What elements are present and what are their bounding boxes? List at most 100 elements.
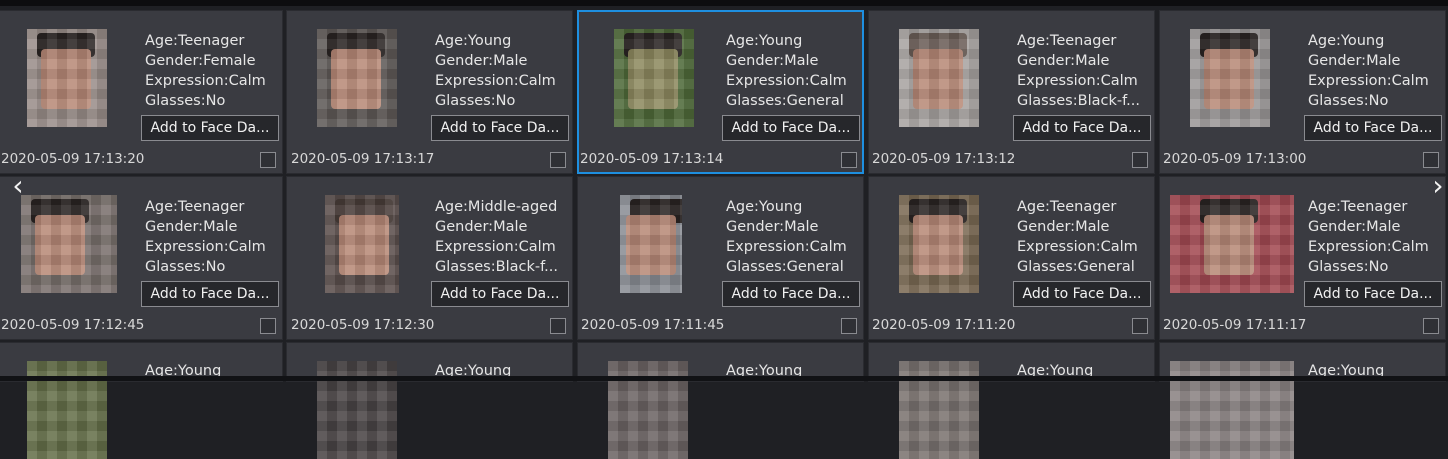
select-checkbox[interactable] — [1132, 152, 1148, 168]
timestamp: 2020-05-09 17:13:12 — [872, 151, 1016, 167]
timestamp: 2020-05-09 17:12:45 — [1, 317, 145, 333]
face-attributes: Age:Teenager Gender:Male Expression:Calm… — [1308, 197, 1429, 277]
expression-attr: Expression:Calm — [145, 239, 266, 255]
face-thumbnail — [1170, 195, 1294, 293]
face-card[interactable]: Age:Teenager Gender:Male Expression:Calm… — [0, 176, 283, 340]
select-checkbox[interactable] — [1423, 152, 1439, 168]
select-checkbox[interactable] — [260, 152, 276, 168]
gender-attr: Gender:Male — [1308, 53, 1401, 69]
age-attr: Age:Teenager — [1017, 33, 1117, 49]
gender-attr: Gender:Male — [1017, 219, 1110, 235]
face-thumbnail — [899, 29, 979, 127]
timestamp: 2020-05-09 17:13:00 — [1163, 151, 1307, 167]
glasses-attr: Glasses:No — [435, 93, 516, 109]
age-attr: Age:Teenager — [145, 199, 245, 215]
face-card[interactable]: Age:Teenager Gender:Male Expression:Calm… — [868, 176, 1155, 340]
chevron-left-icon[interactable]: ‹ — [10, 172, 26, 200]
face-attributes: Age:Young Gender:Male Expression:Calm Gl… — [435, 31, 556, 111]
gender-attr: Gender:Female — [145, 53, 256, 69]
glasses-attr: Glasses:No — [145, 93, 226, 109]
glasses-attr: Glasses:General — [726, 259, 844, 275]
timestamp: 2020-05-09 17:13:20 — [1, 151, 145, 167]
age-attr: Age:Middle-aged — [435, 199, 558, 215]
expression-attr: Expression:Calm — [435, 239, 556, 255]
face-thumbnail — [899, 195, 979, 293]
timestamp: 2020-05-09 17:12:30 — [291, 317, 435, 333]
expression-attr: Expression:Calm — [1017, 73, 1138, 89]
expression-attr: Expression:Calm — [1308, 73, 1429, 89]
timestamp: 2020-05-09 17:11:20 — [872, 317, 1016, 333]
glasses-attr: Glasses:Black-f... — [435, 259, 558, 275]
select-checkbox[interactable] — [260, 318, 276, 334]
add-to-face-database-button[interactable]: Add to Face Da... — [141, 281, 279, 307]
face-attributes: Age:Teenager Gender:Male Expression:Calm… — [145, 197, 266, 277]
face-card[interactable]: Age:Teenager Gender:Male Expression:Calm… — [868, 10, 1155, 174]
face-thumbnail — [614, 29, 694, 127]
top-bar — [0, 0, 1448, 6]
age-attr: Age:Teenager — [145, 33, 245, 49]
expression-attr: Expression:Calm — [1017, 239, 1138, 255]
glasses-attr: Glasses:No — [1308, 259, 1389, 275]
add-to-face-database-button[interactable]: Add to Face Da... — [431, 281, 569, 307]
add-to-face-database-button[interactable]: Add to Face Da... — [1013, 115, 1151, 141]
select-checkbox[interactable] — [550, 152, 566, 168]
gender-attr: Gender:Male — [435, 53, 528, 69]
gender-attr: Gender:Male — [1017, 53, 1110, 69]
face-thumbnail — [325, 195, 399, 293]
expression-attr: Expression:Calm — [145, 73, 266, 89]
expression-attr: Expression:Calm — [726, 73, 847, 89]
face-thumbnail — [1190, 29, 1270, 127]
add-to-face-database-button[interactable]: Add to Face Da... — [722, 115, 860, 141]
face-attributes: Age:Young Gender:Male Expression:Calm Gl… — [1308, 31, 1429, 111]
timestamp: 2020-05-09 17:11:45 — [581, 317, 725, 333]
face-card[interactable]: Age:Young Gender:Male Expression:Calm Gl… — [286, 10, 573, 174]
face-attributes: Age:Teenager Gender:Male Expression:Calm… — [1017, 31, 1140, 111]
add-to-face-database-button[interactable]: Add to Face Da... — [141, 115, 279, 141]
add-to-face-database-button[interactable]: Add to Face Da... — [722, 281, 860, 307]
select-checkbox[interactable] — [841, 152, 857, 168]
age-attr: Age:Young — [435, 33, 512, 49]
face-card[interactable]: Age:Middle-aged Gender:Male Expression:C… — [286, 176, 573, 340]
age-attr: Age:Young — [1308, 33, 1385, 49]
face-thumbnail — [27, 29, 107, 127]
add-to-face-database-button[interactable]: Add to Face Da... — [1304, 281, 1442, 307]
face-attributes: Age:Teenager Gender:Female Expression:Ca… — [145, 31, 266, 111]
add-to-face-database-button[interactable]: Add to Face Da... — [1304, 115, 1442, 141]
face-thumbnail — [21, 195, 117, 293]
gender-attr: Gender:Male — [726, 53, 819, 69]
face-card[interactable]: Age:Teenager Gender:Female Expression:Ca… — [0, 10, 283, 174]
age-attr: Age:Teenager — [1017, 199, 1117, 215]
gender-attr: Gender:Male — [435, 219, 528, 235]
face-card[interactable]: Age:Teenager Gender:Male Expression:Calm… — [1159, 176, 1446, 340]
face-attributes: Age:Teenager Gender:Male Expression:Calm… — [1017, 197, 1138, 277]
add-to-face-database-button[interactable]: Add to Face Da... — [1013, 281, 1151, 307]
face-card[interactable]: Age:Young Gender:Male Expression:Calm Gl… — [577, 176, 864, 340]
age-attr: Age:Teenager — [1308, 199, 1408, 215]
face-card[interactable]: Age:Young Gender:Male Expression:Calm Gl… — [1159, 10, 1446, 174]
age-attr: Age:Young — [726, 199, 803, 215]
face-attributes: Age:Young Gender:Male Expression:Calm Gl… — [726, 31, 847, 111]
select-checkbox[interactable] — [1423, 318, 1439, 334]
select-checkbox[interactable] — [841, 318, 857, 334]
select-checkbox[interactable] — [550, 318, 566, 334]
expression-attr: Expression:Calm — [435, 73, 556, 89]
expression-attr: Expression:Calm — [726, 239, 847, 255]
face-thumbnail — [620, 195, 682, 293]
gender-attr: Gender:Male — [145, 219, 238, 235]
timestamp: 2020-05-09 17:13:14 — [580, 151, 724, 167]
face-attributes: Age:Young Gender:Male Expression:Calm Gl… — [726, 197, 847, 277]
glasses-attr: Glasses:General — [1017, 259, 1135, 275]
gender-attr: Gender:Male — [726, 219, 819, 235]
glasses-attr: Glasses:Black-f... — [1017, 93, 1140, 109]
glasses-attr: Glasses:General — [726, 93, 844, 109]
bottom-bar — [0, 376, 1448, 381]
timestamp: 2020-05-09 17:11:17 — [1163, 317, 1307, 333]
face-attributes: Age:Middle-aged Gender:Male Expression:C… — [435, 197, 558, 277]
glasses-attr: Glasses:No — [145, 259, 226, 275]
add-to-face-database-button[interactable]: Add to Face Da... — [431, 115, 569, 141]
face-card-selected[interactable]: Age:Young Gender:Male Expression:Calm Gl… — [577, 10, 864, 174]
select-checkbox[interactable] — [1132, 318, 1148, 334]
gender-attr: Gender:Male — [1308, 219, 1401, 235]
chevron-right-icon[interactable]: › — [1430, 172, 1446, 200]
timestamp: 2020-05-09 17:13:17 — [291, 151, 435, 167]
